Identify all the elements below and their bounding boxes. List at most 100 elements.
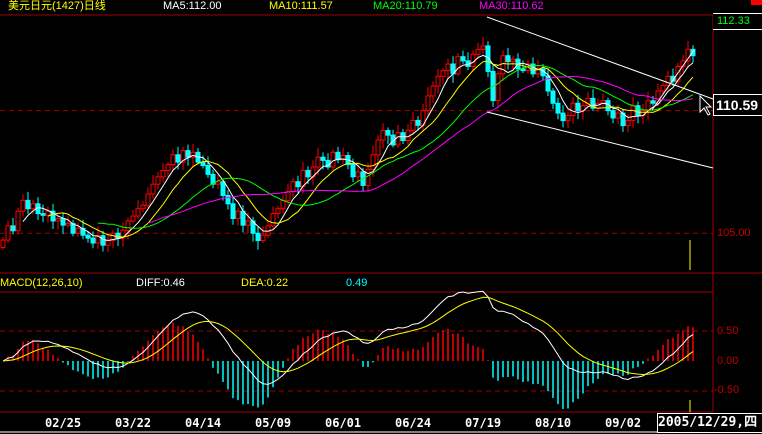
candle-down — [305, 169, 311, 178]
candle-up — [30, 203, 36, 210]
date-label: 04/14 — [185, 416, 222, 430]
ma10-value: MA10:111.57 — [269, 0, 333, 12]
candle-up — [290, 181, 296, 193]
candle-down — [335, 151, 341, 161]
candle-down — [460, 56, 466, 62]
candle-down — [650, 100, 656, 104]
price-axis-label-105: 105.00 — [717, 227, 751, 239]
candle-up — [435, 75, 441, 87]
candle-up — [125, 220, 131, 231]
macd-histogram-value: 0.49 — [346, 277, 368, 289]
candle-down — [520, 68, 526, 72]
candle-down — [100, 235, 106, 246]
candle-up — [395, 132, 401, 146]
candle-up — [570, 102, 576, 117]
status-indicator — [751, 0, 762, 5]
candle-down — [550, 90, 556, 104]
ma30-value: MA30:110.62 — [479, 0, 544, 12]
candle-up — [425, 95, 431, 112]
cursor-date-label: 2005/12/29,四 — [657, 413, 762, 433]
candle-up — [150, 183, 156, 195]
candle-up — [500, 55, 506, 75]
date-label: 09/02 — [605, 416, 642, 430]
candle-up — [330, 151, 336, 168]
diff-line — [2, 290, 694, 385]
candle-up — [15, 210, 21, 232]
macd-title: MACD(12,26,10) — [0, 277, 83, 289]
candle-up — [565, 115, 571, 122]
macd-diff-value: DIFF:0.46 — [136, 277, 185, 289]
candle-up — [410, 119, 416, 131]
candle-down — [220, 181, 226, 196]
candle-down — [25, 199, 31, 210]
candle-up — [615, 112, 621, 119]
date-label: 02/25 — [45, 416, 82, 430]
macd-axis-label-zero: 0.00 — [717, 355, 739, 367]
candle-down — [575, 102, 581, 112]
candle-up — [375, 139, 381, 156]
candle-down — [610, 110, 616, 119]
candle-down — [385, 129, 391, 136]
candle-up — [275, 208, 281, 215]
candle-up — [160, 169, 166, 178]
candle-down — [240, 210, 246, 226]
candle-up — [665, 75, 671, 87]
candle-down — [295, 181, 301, 188]
candle-up — [370, 154, 376, 170]
candle-up — [280, 199, 286, 210]
candle-up — [155, 176, 161, 185]
candle-up — [270, 213, 276, 227]
date-label: 06/24 — [395, 416, 432, 430]
candle-up — [145, 193, 151, 206]
candle-down — [415, 119, 421, 126]
candle-up — [260, 234, 266, 242]
candle-up — [130, 215, 136, 222]
candle-up — [20, 199, 26, 212]
macd-axis-label-neg: -0.50 — [714, 384, 740, 396]
candle-up — [140, 204, 146, 210]
candle-up — [510, 58, 516, 63]
candle-up — [445, 63, 451, 72]
candle-up — [105, 240, 111, 246]
moving-averages — [22, 54, 694, 242]
chart-canvas[interactable] — [0, 0, 762, 434]
candle-down — [10, 225, 16, 232]
candle-down — [175, 154, 181, 163]
date-label: 05/09 — [255, 416, 292, 430]
candle-down — [230, 203, 236, 220]
grid — [0, 14, 762, 433]
candle-up — [0, 239, 6, 248]
candle-up — [235, 210, 241, 220]
candle-up — [480, 45, 486, 50]
candle-up — [365, 168, 371, 186]
candle-down — [320, 156, 326, 161]
ma5-line — [22, 54, 694, 242]
candle-up — [5, 225, 11, 241]
candle-up — [430, 85, 436, 97]
date-label: 08/10 — [535, 416, 572, 430]
candle-down — [255, 232, 261, 242]
candle-up — [165, 164, 171, 171]
dea-line — [2, 296, 694, 376]
ma20-line — [97, 64, 694, 229]
candle-up — [55, 218, 61, 222]
candle-up — [315, 156, 321, 168]
candle-down — [60, 218, 66, 226]
date-label: 06/01 — [325, 416, 362, 430]
stock-chart-window: 美元日元(1427)日线 MA5:112.00 MA10:111.57 MA20… — [0, 0, 762, 434]
candle-down — [560, 112, 566, 122]
chart-title: 美元日元(1427)日线 — [8, 0, 106, 12]
candle-down — [185, 150, 191, 158]
candles — [0, 36, 696, 253]
candle-up — [440, 70, 446, 77]
candle-down — [205, 165, 211, 175]
macd-axis-label-pos: 0.50 — [717, 325, 739, 337]
candle-down — [350, 164, 356, 178]
candle-up — [630, 105, 636, 121]
candle-down — [40, 213, 46, 216]
macd-dea-value: DEA:0.22 — [241, 277, 289, 289]
candle-down — [555, 102, 561, 114]
candle-up — [495, 73, 501, 102]
candle-up — [45, 210, 51, 216]
candle-up — [75, 227, 81, 234]
